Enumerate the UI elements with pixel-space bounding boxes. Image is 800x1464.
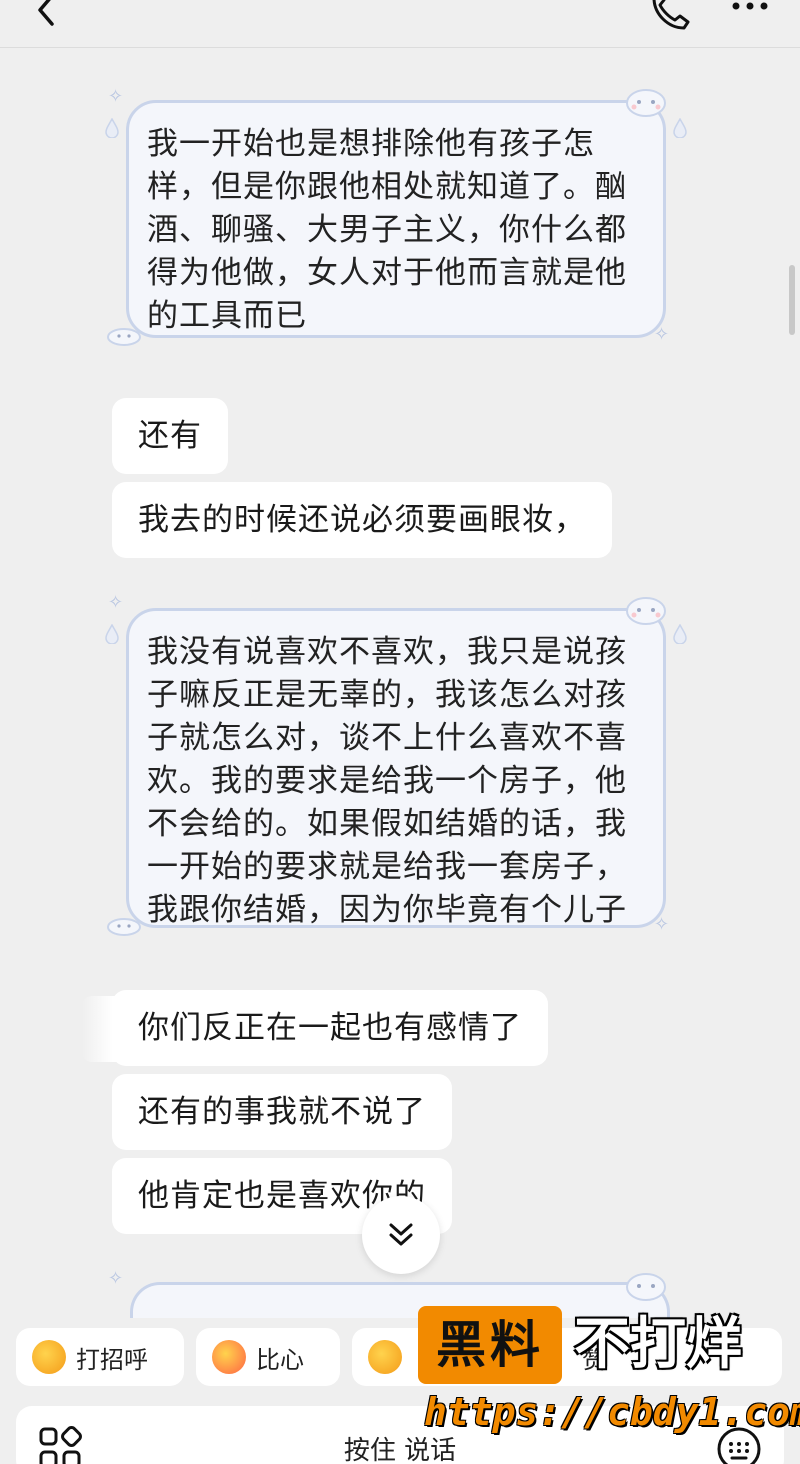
chat-header [0, 0, 800, 48]
sparkle-icon: ✧ [108, 592, 124, 613]
message-text: 我去的时候还说必须要画眼妆， [138, 502, 586, 538]
watermark-url: https://cbdy1.com [424, 1390, 800, 1434]
more-icon[interactable] [728, 0, 772, 18]
sparkle-icon: ✧ [654, 914, 670, 935]
drop-icon [105, 118, 119, 138]
cat-face-icon [107, 328, 141, 346]
message-cloud: 我没有说喜欢不喜欢，我只是说孩 子嘛反正是无辜的，我该怎么对孩 子就怎么对，谈不… [126, 608, 666, 928]
scrollbar[interactable] [789, 265, 795, 335]
message-bubble: 还有的事我就不说了 [112, 1074, 452, 1150]
watermark: 黑料 不打烊 https://cbdy1.com [418, 1306, 800, 1456]
message-text: 我没有说喜欢不喜欢，我只是说孩 子嘛反正是无辜的，我该怎么对孩 子就怎么对，谈不… [147, 634, 627, 928]
chip-label: 打招呼 [76, 1345, 148, 1374]
back-icon[interactable] [30, 0, 70, 34]
phone-icon[interactable] [648, 0, 692, 30]
message-text: 还有 [138, 418, 202, 454]
quick-reply-heart[interactable]: 比心 [196, 1328, 340, 1386]
message-cloud: 我一开始也是想排除他有孩子怎 样，但是你跟他相处就知道了。酗 酒、聊骚、大男子主… [126, 100, 666, 338]
sparkle-icon: ✧ [108, 1268, 124, 1289]
message-bubble: 还有 [112, 398, 228, 474]
thumbs-up-emoji-icon [368, 1340, 402, 1374]
cat-face-icon [107, 918, 141, 936]
heart-hands-emoji-icon [212, 1340, 246, 1374]
cat-face-icon [626, 597, 666, 625]
message-text: 还有的事我就不说了 [138, 1094, 426, 1130]
chevron-down-icon [389, 1223, 413, 1246]
watermark-brand: 黑料 [418, 1306, 562, 1384]
cat-face-icon [626, 1273, 666, 1301]
sparkle-icon: ✧ [108, 86, 124, 107]
quick-reply-greet[interactable]: 打招呼 [16, 1328, 184, 1386]
watermark-slogan: 不打烊 [574, 1312, 742, 1377]
message-text: 你们反正在一起也有感情了 [138, 1010, 522, 1046]
chip-label: 比心 [256, 1345, 304, 1374]
drop-icon [673, 624, 687, 644]
scroll-to-bottom-button[interactable] [362, 1196, 440, 1274]
drop-icon [105, 624, 119, 644]
sparkle-icon: ✧ [654, 324, 670, 345]
drop-icon [673, 118, 687, 138]
message-text: 我一开始也是想排除他有孩子怎 样，但是你跟他相处就知道了。酗 酒、聊骚、大男子主… [147, 126, 627, 334]
cat-face-icon [626, 89, 666, 117]
wave-emoji-icon [32, 1340, 66, 1374]
message-bubble: 你们反正在一起也有感情了 [112, 990, 548, 1066]
message-bubble: 我去的时候还说必须要画眼妆， [112, 482, 612, 558]
